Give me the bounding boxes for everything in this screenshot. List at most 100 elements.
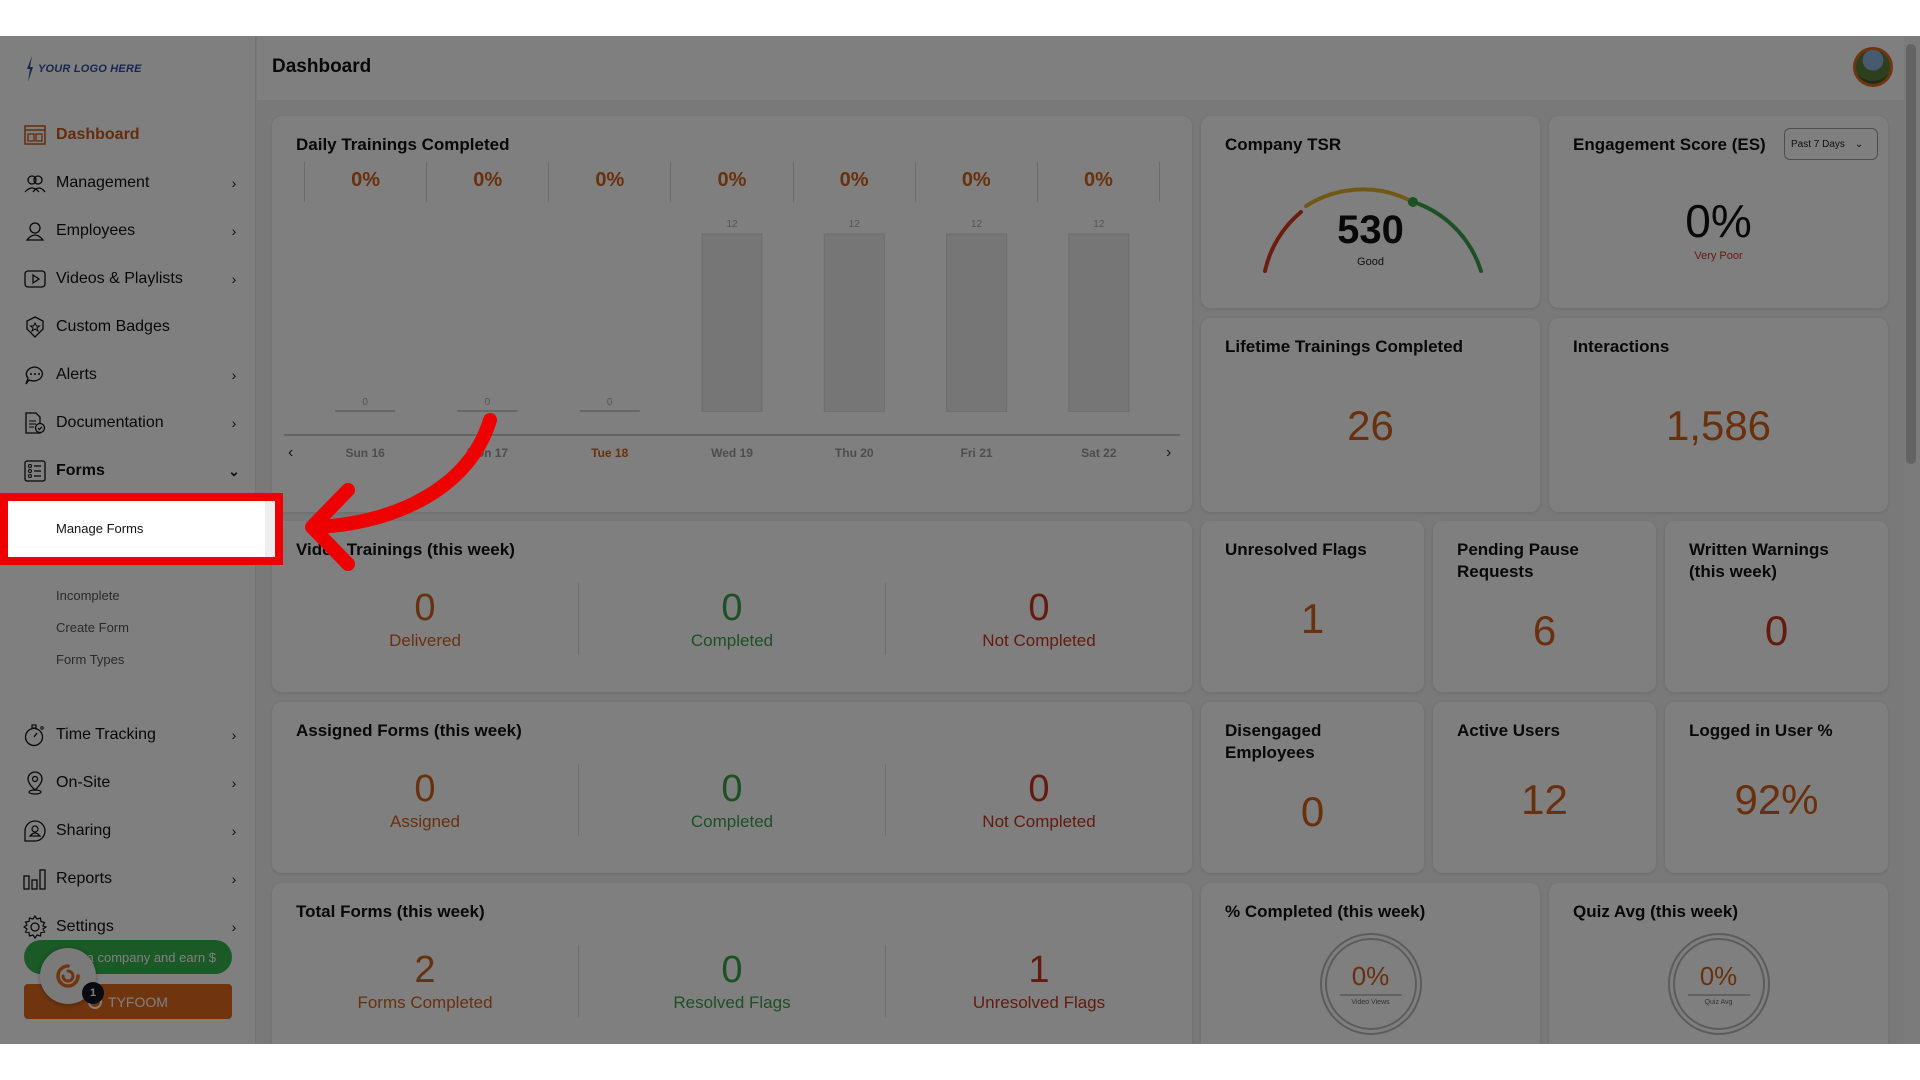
sidebar-item-label: Employees	[56, 222, 136, 239]
engagement-rating: Very Poor	[1694, 250, 1743, 262]
card-title: Active Users	[1457, 721, 1561, 740]
chart-next-button[interactable]: ›	[1166, 444, 1171, 462]
stat-value: 1	[1300, 595, 1325, 642]
bar-value-label: 0	[362, 397, 368, 408]
stat-label: Not Completed	[982, 812, 1096, 831]
user-avatar[interactable]	[1853, 47, 1893, 87]
sidebar-subitem-manage-forms[interactable]: Manage Forms	[56, 521, 143, 536]
chevron-right-icon: ›	[231, 175, 237, 191]
stat-label: Unresolved Flags	[972, 993, 1106, 1012]
highlight-box[interactable]: Manage Forms	[0, 493, 283, 565]
sidebar-item-label: Dashboard	[56, 126, 140, 143]
bar-value-label: 0	[607, 397, 613, 408]
forms-icon	[22, 459, 48, 483]
percent-completed-card: % Completed (this week) 0% Video Views	[1201, 883, 1540, 1044]
sidebar-item-label: On-Site	[56, 774, 111, 791]
sidebar-item-forms[interactable]: Forms ⌄	[22, 456, 240, 486]
stat-card-logged-in-user: Logged in User % 92%	[1665, 702, 1888, 873]
stat-value: 0	[1300, 788, 1325, 835]
stat-card-written-warnings-this-week: Written Warnings (this week) 0	[1665, 521, 1888, 692]
sidebar-item-time-tracking[interactable]: Time Tracking ›	[22, 720, 240, 750]
x-tick-label[interactable]: Sat 22	[1038, 446, 1160, 460]
employees-icon	[22, 219, 48, 243]
stat-value: 12	[1521, 776, 1568, 823]
sidebar-item-label: Settings	[56, 918, 114, 935]
stat-value: 1	[1028, 949, 1050, 991]
x-tick-label[interactable]: Thu 20	[793, 446, 915, 460]
sidebar-item-label: Alerts	[56, 366, 97, 383]
sidebar-item-management[interactable]: Management ›	[22, 168, 240, 198]
sidebar-item-alerts[interactable]: Alerts ›	[22, 360, 240, 390]
completion-percent-label: 0%	[548, 162, 670, 202]
x-axis-labels: Sun 16 Mon 17 Tue 18 Wed 19 Thu 20 Fri 21 Sat …	[304, 446, 1160, 460]
stat-value: 92%	[1734, 776, 1819, 823]
chart-prev-button[interactable]: ‹	[288, 444, 293, 462]
completion-percent-label: 0%	[426, 162, 548, 202]
gauge-needle-dot	[1408, 197, 1418, 207]
sidebar-item-dashboard[interactable]: Dashboard	[22, 120, 240, 150]
sidebar-subitem-create-form[interactable]: Create Form	[56, 620, 129, 635]
sharing-icon	[22, 819, 48, 843]
sidebar-item-label: Sharing	[56, 822, 112, 839]
sidebar-subitem-form-types[interactable]: Form Types	[56, 652, 124, 667]
card-title: Pending Pause Requests	[1457, 540, 1579, 581]
sidebar-item-label: Time Tracking	[56, 726, 156, 743]
lifetime-trainings-card: Lifetime Trainings Completed 26	[1201, 318, 1540, 512]
sidebar-item-custom-badges[interactable]: Custom Badges	[22, 312, 240, 342]
ring-caption: Video Views	[1339, 994, 1402, 1006]
x-tick-label[interactable]: Fri 21	[915, 446, 1037, 460]
completion-percent-row: 0% 0% 0% 0% 0% 0% 0%	[304, 162, 1160, 202]
stat-not-completed: 0 Not Completed	[886, 583, 1192, 655]
ring-caption: Quiz Avg	[1687, 994, 1750, 1006]
stat-card-pending-pause-requests: Pending Pause Requests 6	[1433, 521, 1656, 692]
x-tick-label[interactable]: Wed 19	[671, 446, 793, 460]
stat-not-completed: 0 Not Completed	[886, 764, 1192, 836]
sidebar-item-documentation[interactable]: Documentation ›	[22, 408, 240, 438]
management-icon	[22, 171, 48, 195]
notification-badge: 1	[82, 982, 104, 1004]
x-axis-line	[284, 434, 1180, 436]
sidebar-item-on-site[interactable]: On-Site ›	[22, 768, 240, 798]
chevron-right-icon: ›	[231, 871, 237, 887]
engagement-value: 0%	[1685, 195, 1752, 247]
stat-card-active-users: Active Users 12	[1433, 702, 1656, 873]
assigned-forms-card: Assigned Forms (this week) 0 Assigned 0 Co…	[272, 702, 1192, 873]
bar[interactable]	[823, 233, 885, 412]
page-title: Dashboard	[272, 56, 372, 77]
quiz-avg-ring: 0% Quiz Avg	[1667, 933, 1770, 1035]
chevron-right-icon: ›	[231, 727, 237, 743]
total-forms-card: Total Forms (this week) 2 Forms Completed…	[272, 883, 1192, 1044]
stat-value: 2	[414, 949, 436, 991]
tyfoom-button-label: TYFOOM	[108, 993, 168, 1010]
assigned-forms-stats: 0 Assigned 0 Completed 0 Not Completed	[272, 764, 1192, 836]
video-trainings-stats: 0 Delivered 0 Completed 0 Not Completed	[272, 583, 1192, 655]
company-logo[interactable]: YOUR LOGO HERE	[26, 56, 142, 82]
bar[interactable]	[1068, 233, 1130, 412]
sidebar-item-employees[interactable]: Employees ›	[22, 216, 240, 246]
stat-unresolved-flags: 1 Unresolved Flags	[886, 945, 1192, 1017]
card-title: Interactions	[1573, 337, 1670, 356]
scrollbar-thumb[interactable]	[1906, 44, 1916, 464]
total-forms-stats: 2 Forms Completed 0 Resolved Flags 1 Unreso…	[272, 945, 1192, 1017]
company-tsr-card: Company TSR 530 Good	[1201, 116, 1540, 308]
card-title: % Completed (this week)	[1225, 902, 1426, 921]
x-tick-label[interactable]: Mon 17	[426, 446, 548, 460]
period-dropdown[interactable]: Past 7 Days ⌄	[1784, 128, 1878, 160]
logo-bolt-icon	[27, 56, 33, 82]
sidebar-item-reports[interactable]: Reports ›	[22, 864, 240, 894]
bar-value-label: 12	[1093, 219, 1105, 230]
stat-label: Forms Completed	[357, 993, 493, 1012]
sidebar-item-settings[interactable]: Settings ›	[22, 912, 240, 942]
sidebar-item-label: Videos & Playlists	[56, 270, 183, 287]
sidebar-subitem-incomplete[interactable]: Incomplete	[56, 588, 120, 603]
sidebar-item-sharing[interactable]: Sharing ›	[22, 816, 240, 846]
bar[interactable]	[946, 233, 1008, 412]
bar[interactable]	[701, 233, 763, 412]
ring-inner: 0% Quiz Avg	[1672, 938, 1765, 1030]
sidebar-item-videos-playlists[interactable]: Videos & Playlists ›	[22, 264, 240, 294]
lifetime-value: 26	[1347, 402, 1394, 449]
top-header: Dashboard	[257, 36, 1904, 100]
x-tick-label[interactable]: Sun 16	[304, 446, 426, 460]
stat-resolved-flags: 0 Resolved Flags	[579, 945, 886, 1017]
x-tick-label[interactable]: Tue 18	[549, 446, 671, 460]
